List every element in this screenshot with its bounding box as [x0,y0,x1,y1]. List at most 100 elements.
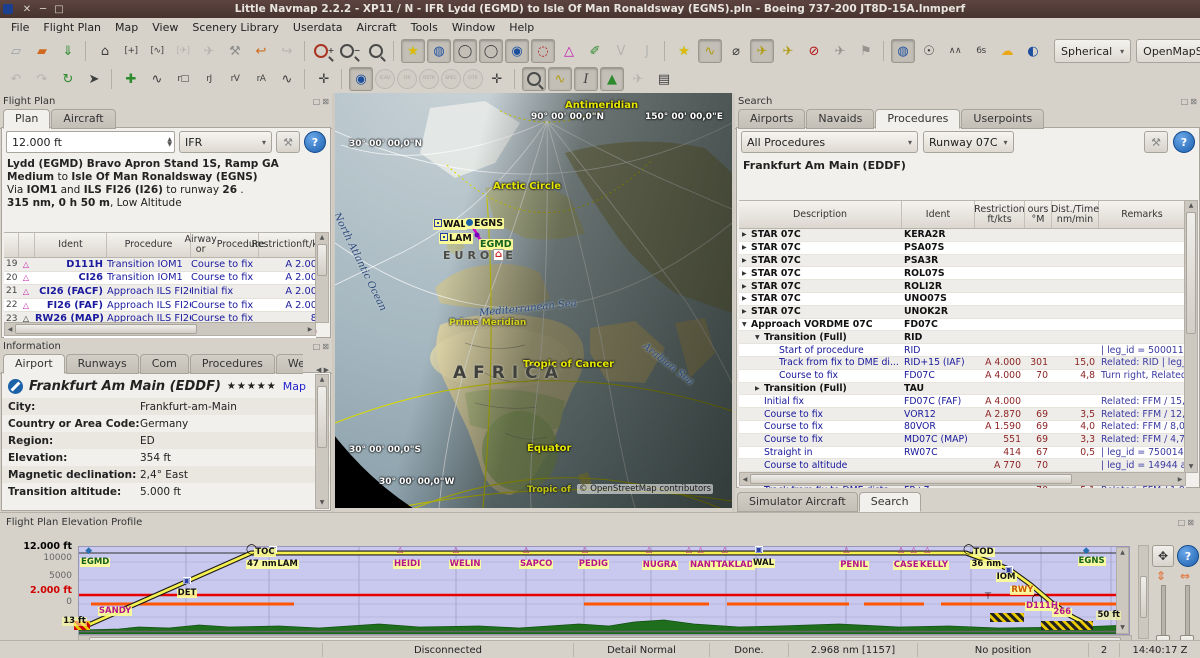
menu-item[interactable]: Scenery Library [185,19,286,36]
procedure-row[interactable]: ▼Transition (Full) RID [739,331,1186,344]
add-position-icon[interactable]: ✚ [119,67,143,91]
tab-scroll-icons[interactable]: ◀ ▶ [316,366,332,374]
toggle-userpoints-icon[interactable]: △ [557,39,581,63]
menu-item[interactable]: Window [445,19,502,36]
flight-plan-vscrollbar[interactable]: ▲ [315,232,329,323]
float-panel-icon[interactable]: □ [313,342,321,351]
procedure-row[interactable]: Course to altitude A 770 70 | leg_id = 1… [739,459,1186,472]
separator[interactable] [304,69,307,89]
airspace-fir-icon[interactable]: FIR [397,69,417,89]
show-legend-icon[interactable]: ▤ [652,67,676,91]
flight-plan-row[interactable]: 19 △ D111H Transition IOM1 Course to fix… [4,258,316,272]
map-back-icon[interactable]: ↩ [249,39,273,63]
toggle-airspaces-icon[interactable]: ◌ [531,39,555,63]
toggle-vor-icon[interactable]: ◍ [427,39,451,63]
tree-expand-icon[interactable]: ▶ [742,295,751,302]
maximize-window-icon[interactable]: □ [51,4,67,15]
toggle-highlight-icon[interactable]: ★ [672,39,696,63]
tree-expand-icon[interactable]: ▼ [742,321,751,328]
zoom-flightplan-icon[interactable]: + [312,39,336,63]
show-flightplan-icon[interactable]: ∿ [548,67,572,91]
menu-item[interactable]: View [145,19,185,36]
toggle-ai-ship-icon[interactable]: ⚑ [854,39,878,63]
zoom-out-icon[interactable]: − [338,39,362,63]
close-panel-icon[interactable]: ⊠ [322,342,329,351]
help-button[interactable]: ? [304,131,326,153]
help-button[interactable]: ? [1177,545,1199,567]
menu-item[interactable]: Flight Plan [36,19,108,36]
map-link[interactable]: Map [283,380,306,393]
tab-com[interactable]: Com [140,354,189,374]
procedures-hscrollbar[interactable]: ◀▶ [739,472,1186,486]
procedure-row[interactable]: ▶Transition (Full) TAU [739,383,1186,396]
help-button[interactable]: ? [1173,131,1195,153]
tab-search[interactable]: Search [859,492,921,512]
float-panel-icon[interactable]: □ [1181,97,1189,106]
menu-item[interactable]: Map [108,19,145,36]
separator[interactable] [304,41,307,61]
tree-expand-icon[interactable]: ▶ [742,244,751,251]
toggle-ndb-icon[interactable]: ◯ [453,39,477,63]
map-style-select[interactable]: OpenMapSurfer ▾ [1136,39,1200,63]
procedure-row[interactable]: ▼Approach VORDME 07C FD07C [739,319,1186,332]
tab-procedures[interactable]: Procedures [190,354,275,374]
menu-item[interactable]: Aircraft [350,19,404,36]
separator[interactable] [341,69,344,89]
calc-auto-icon[interactable]: rA [249,67,273,91]
menu-item[interactable]: Userdata [286,19,350,36]
toggle-weather-icon[interactable]: ☁ [995,39,1019,63]
right-splitter[interactable] [732,93,735,512]
calc-radionav-icon[interactable]: r□ [171,67,195,91]
toggle-route-icon[interactable]: ∿ [698,39,722,63]
adjust-altitude-button[interactable]: ⚒ [276,131,300,153]
procedure-row[interactable]: Course to fix 80VOR A 1.590 69 4,0 Relat… [739,421,1186,434]
route-pattern-icon[interactable]: ∿ [145,67,169,91]
toggle-airspace-group-icon[interactable]: ◉ [349,67,373,91]
route-reverse-icon[interactable]: ∿ [275,67,299,91]
toggle-spatial-icon[interactable]: 6s [969,39,993,63]
close-panel-icon[interactable]: ⊠ [1190,97,1197,106]
toggle-aircraft-icon[interactable]: ✈ [750,39,774,63]
tab-procedures-search[interactable]: Procedures [875,109,960,129]
projection-select[interactable]: Spherical ▾ [1054,39,1131,63]
procedure-row[interactable]: Course to fix FD07C A 4.000 70 4,8 Turn … [739,370,1186,383]
flight-plan-row[interactable]: 22 △ FI26 (FAF) Approach ILS FI26 Course… [4,299,316,313]
menu-item[interactable]: Help [502,19,541,36]
tab-airports[interactable]: Airports [738,109,805,129]
separator[interactable] [85,41,88,61]
separator[interactable] [664,41,667,61]
open-flightplan-icon[interactable]: ▰ [30,39,54,63]
zoom-world-icon[interactable] [364,39,388,63]
procedure-row[interactable]: Course to fix VOR12 A 2.870 69 3,5 Relat… [739,408,1186,421]
toggle-victor-airways-icon[interactable]: V [609,39,633,63]
tab-plan[interactable]: Plan [3,109,50,129]
toggle-jet-airways-icon[interactable]: J [635,39,659,63]
procedure-row[interactable]: ▶STAR 07C UNO07S [739,293,1186,306]
procedure-row[interactable]: Course to fix MD07C (MAP) 551 69 3,3 Rel… [739,434,1186,447]
show-aircraft-icon[interactable]: ✈ [626,67,650,91]
new-flightplan-icon[interactable]: ▱ [4,39,28,63]
tree-expand-icon[interactable]: ▶ [742,231,751,238]
tab-navaids-search[interactable]: Navaids [806,109,874,129]
tab-runways[interactable]: Runways [66,354,139,374]
left-splitter[interactable] [332,93,335,512]
tree-expand-icon[interactable]: ▶ [755,385,764,392]
close-panel-icon[interactable]: ⊠ [1187,518,1194,527]
airspace-altitude-icon[interactable]: ✛ [485,67,509,91]
tab-userpoints[interactable]: Userpoints [961,109,1044,129]
procedures-vscrollbar[interactable]: ▲ ▼ [1184,200,1198,473]
select-position-icon[interactable]: ➤ [82,67,106,91]
procedure-row[interactable]: ▶STAR 07C PSA07S [739,242,1186,255]
cruise-altitude-input[interactable]: 12.000 ft ▲▼ [6,131,175,153]
toggle-aircraft-track-icon[interactable]: ✈ [776,39,800,63]
elevation-tool-icon[interactable]: ⚒ [223,39,247,63]
flight-plan-row[interactable]: 21 △ CI26 (FACF) Approach ILS FI26 Initi… [4,285,316,299]
map-forward-icon[interactable]: ↪ [275,39,299,63]
tree-expand-icon[interactable]: ▶ [742,283,751,290]
close-panel-icon[interactable]: ⊠ [322,97,329,106]
procedure-row[interactable]: ▶STAR 07C PSA3R [739,255,1186,268]
flight-plan-row[interactable]: 20 △ CI26 Transition IOM1 Course to fix … [4,272,316,286]
flight-rules-select[interactable]: IFR ▾ [179,131,272,153]
procedure-row[interactable]: Straight in RW07C 414 67 0,5 | leg_id = … [739,447,1186,460]
map-view[interactable]: 30° 00' 00,0"N90° 00' 00,0"NAntimeridian… [335,93,732,508]
